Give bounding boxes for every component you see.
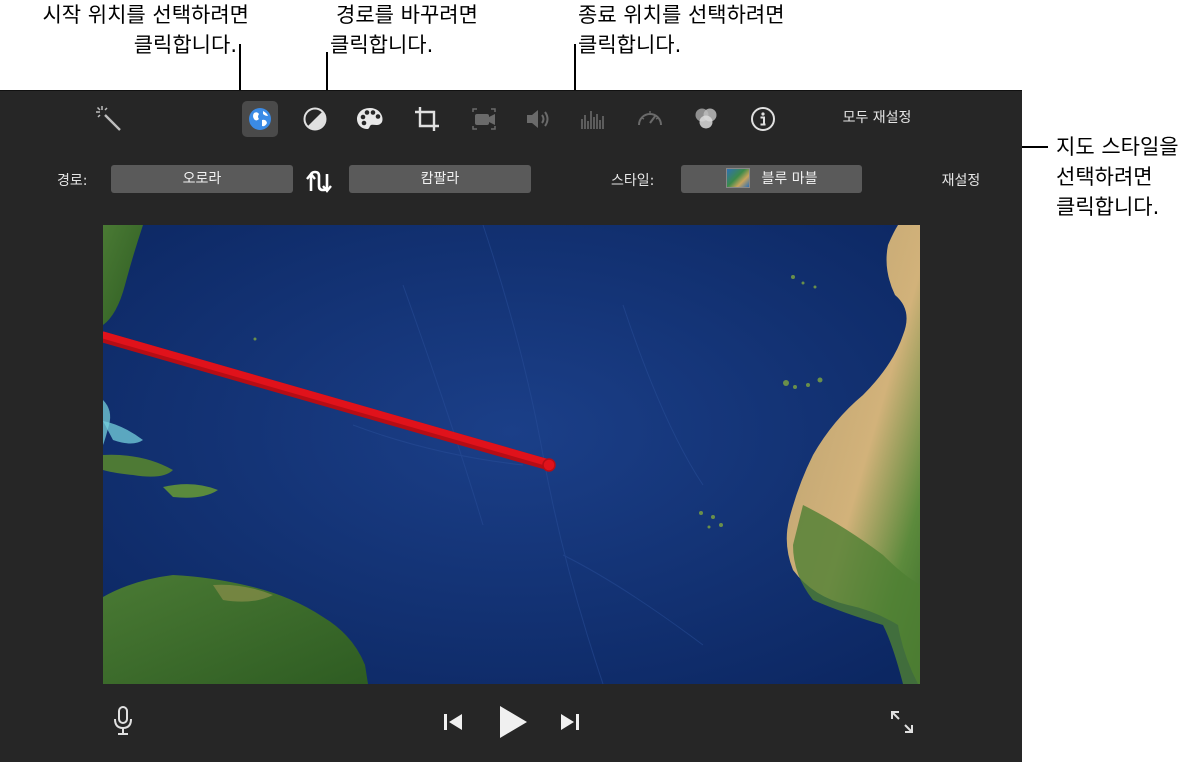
play-button[interactable] bbox=[492, 703, 532, 741]
end-location-button[interactable]: 캄팔라 bbox=[349, 165, 531, 193]
callout-line: 선택하려면 bbox=[1056, 165, 1153, 189]
info-icon[interactable] bbox=[745, 101, 781, 137]
callout-start-location: 시작 위치를 선택하려면 클릭합니다. bbox=[4, 0, 249, 60]
color-balance-icon[interactable] bbox=[297, 101, 333, 137]
callout-line: 지도 스타일을 bbox=[1056, 135, 1179, 159]
swap-route-button[interactable] bbox=[304, 167, 338, 197]
callout-line: 클릭합니다. bbox=[1056, 195, 1160, 219]
callout-line: 종료 위치를 선택하려면 bbox=[578, 3, 785, 27]
next-button[interactable] bbox=[555, 709, 585, 735]
callout-end-location: 종료 위치를 선택하려면 클릭합니다. bbox=[578, 0, 785, 60]
map-image bbox=[103, 225, 920, 684]
callout-line: 경로를 바꾸려면 bbox=[336, 3, 478, 27]
fullscreen-button[interactable] bbox=[884, 705, 920, 739]
next-icon bbox=[561, 714, 579, 730]
previous-icon bbox=[444, 714, 462, 730]
reset-all-button[interactable]: 모두 재설정 bbox=[820, 107, 934, 129]
callout-line: 클릭합니다. bbox=[330, 33, 434, 57]
map-style-thumbnail bbox=[725, 167, 750, 188]
filters-icon[interactable] bbox=[688, 101, 724, 137]
speed-icon[interactable] bbox=[632, 101, 668, 137]
equalizer-icon[interactable] bbox=[575, 101, 611, 137]
callout-map-style: 지도 스타일을 선택하려면 클릭합니다. bbox=[1056, 132, 1179, 222]
magic-wand-icon[interactable] bbox=[91, 101, 127, 137]
reset-button[interactable]: 재설정 bbox=[930, 171, 992, 191]
stabilization-icon[interactable] bbox=[466, 101, 502, 137]
callout-change-route: 경로를 바꾸려면 클릭합니다. bbox=[330, 0, 478, 60]
previous-button[interactable] bbox=[438, 709, 468, 735]
globe-icon[interactable] bbox=[242, 101, 278, 137]
palette-icon[interactable] bbox=[352, 101, 388, 137]
style-label: 스타일: bbox=[611, 173, 655, 189]
callout-line: 클릭합니다. bbox=[578, 33, 682, 57]
microphone-icon bbox=[114, 706, 132, 735]
start-location-button[interactable]: 오로라 bbox=[111, 165, 293, 193]
callout-line: 클릭합니다. bbox=[133, 33, 237, 57]
crop-icon[interactable] bbox=[409, 101, 445, 137]
callout-line: 시작 위치를 선택하려면 bbox=[42, 3, 249, 27]
map-style-button[interactable]: 블루 마블 bbox=[681, 165, 862, 193]
fullscreen-icon bbox=[891, 711, 913, 733]
volume-icon[interactable] bbox=[520, 101, 556, 137]
swap-route-icon bbox=[306, 170, 332, 193]
map-style-value: 블루 마블 bbox=[761, 171, 818, 187]
route-label: 경로: bbox=[57, 173, 88, 189]
play-icon bbox=[500, 706, 527, 738]
voiceover-button[interactable] bbox=[108, 703, 138, 739]
imovie-viewer-panel: 모두 재설정 경로: 오로라 캄팔라 스타일: 블루 마블 재설정 bbox=[0, 90, 1022, 762]
map-preview bbox=[103, 225, 920, 684]
